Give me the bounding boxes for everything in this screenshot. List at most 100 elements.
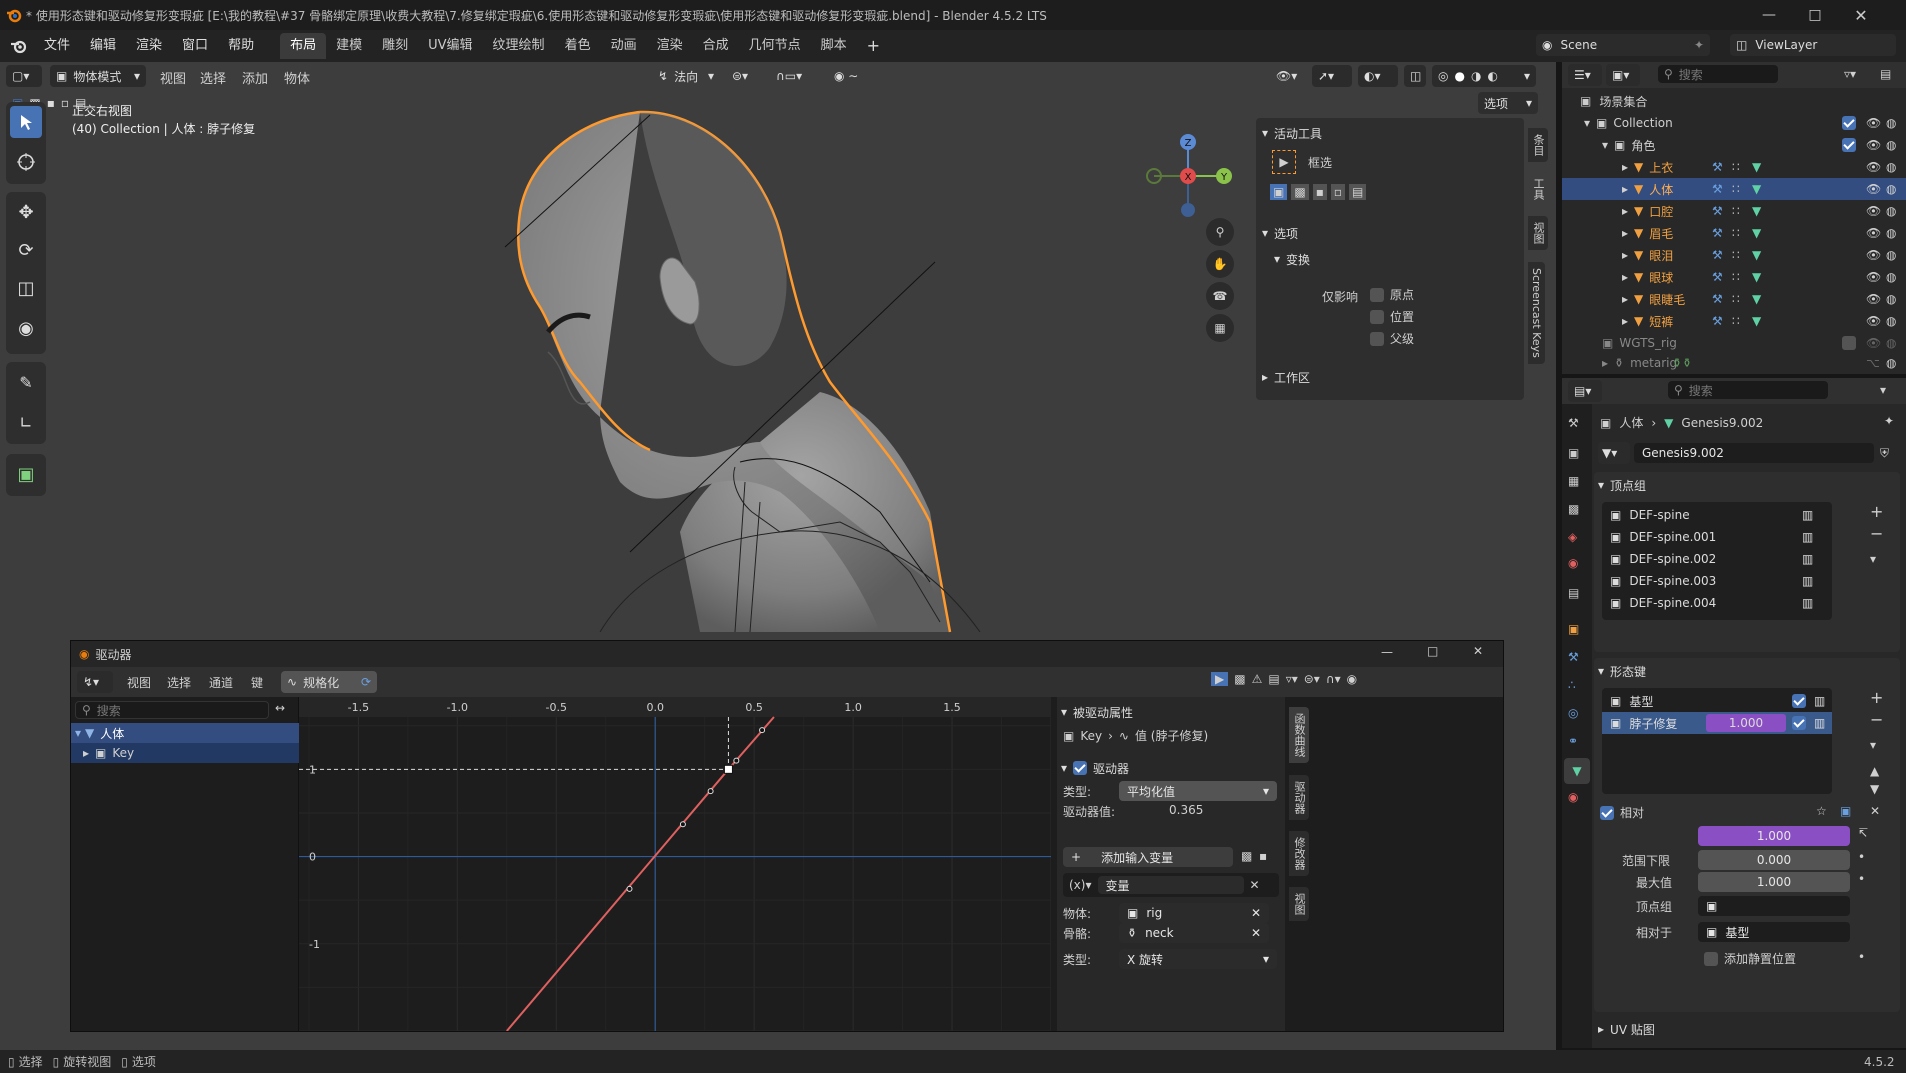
transform-type-dropdown[interactable]: X 旋转 ▾ — [1119, 949, 1277, 969]
normalize-toggle[interactable]: ∿ 规格化 ⟳ — [281, 671, 377, 693]
move-up-icon[interactable]: ▲ — [1870, 764, 1879, 778]
tab-uv-editing[interactable]: UV编辑 — [418, 33, 482, 59]
camera-icon[interactable]: ◍ — [1886, 336, 1896, 350]
measure-tool[interactable]: ∟ — [10, 406, 42, 438]
sync-arrows-icon[interactable]: ↔ — [275, 701, 285, 715]
clear-bone-icon[interactable]: ✕ — [1251, 926, 1261, 940]
scene-tab-icon[interactable]: ◈ — [1568, 530, 1577, 544]
expand-icon[interactable]: ▸ — [1622, 226, 1628, 240]
keyframe-dot-icon[interactable]: • — [1858, 872, 1865, 886]
options-header[interactable]: ▾ 选项 — [1262, 222, 1298, 244]
collection-tab-icon[interactable]: ▤ — [1568, 586, 1579, 600]
mesh-data-tab-icon[interactable]: ▼ — [1564, 758, 1590, 784]
snap-drv-icon[interactable]: ∩▾ — [1326, 672, 1341, 686]
expand-icon[interactable]: ▸ — [1622, 204, 1628, 218]
move-down-icon[interactable]: ▼ — [1870, 782, 1879, 796]
tab-view[interactable]: 视图 — [1528, 216, 1548, 250]
pan-hand-icon[interactable]: ✋ — [1206, 250, 1234, 278]
drivers-menu-channel[interactable]: 通道 — [209, 674, 233, 691]
parents-checkbox[interactable]: 父级 — [1370, 330, 1414, 347]
move-tool[interactable]: ✥ — [10, 196, 42, 228]
view-layer-tab-icon[interactable]: ▩ — [1568, 502, 1579, 516]
uv-maps-header[interactable]: ▸ UV 贴图 — [1598, 1018, 1655, 1040]
new-collection-icon[interactable]: ▤ — [1880, 67, 1891, 81]
clear-object-icon[interactable]: ✕ — [1251, 906, 1261, 920]
solid-shading-icon[interactable]: ● — [1454, 69, 1464, 83]
mode-subtract-icon[interactable]: ▪ — [1312, 184, 1327, 200]
camera-icon[interactable]: ◍ — [1886, 248, 1896, 262]
outliner-row-object[interactable]: ▸ ▼ 眉毛 ⚒ ∷ ▼ 👁 ◍ — [1562, 222, 1906, 244]
pivot-drv-icon[interactable]: ⊜▾ — [1304, 672, 1320, 686]
world-tab-icon[interactable]: ◉ — [1568, 556, 1578, 570]
vertex-group-row[interactable]: ▣ DEF-spine.003 ▥ — [1602, 570, 1832, 592]
camera-view-icon[interactable]: ☎ — [1206, 282, 1234, 310]
viewlayer-selector[interactable]: ◫ ViewLayer — [1730, 34, 1896, 56]
active-tool-header[interactable]: ▾ 活动工具 — [1262, 122, 1322, 144]
tab-geometry-nodes[interactable]: 几何节点 — [739, 33, 811, 59]
locations-checkbox[interactable]: 位置 — [1370, 308, 1414, 325]
camera-icon[interactable]: ◍ — [1886, 226, 1896, 240]
camera-icon[interactable]: ◍ — [1886, 204, 1896, 218]
tab-tool[interactable]: 工具 — [1528, 172, 1548, 206]
driver-graph[interactable]: -1.5 -1.0 -0.5 0.0 0.5 1.0 1.510-1 — [299, 697, 1051, 1031]
eye-icon[interactable]: 👁 — [1866, 182, 1881, 196]
bone-field[interactable]: ⚱ neck ✕ — [1119, 923, 1269, 943]
cursor-tool[interactable] — [10, 146, 42, 178]
mesh-name-field[interactable]: Genesis9.002 — [1634, 443, 1874, 463]
menu-render[interactable]: 渲染 — [126, 34, 172, 58]
keyframe-dot-icon[interactable]: • — [1858, 950, 1865, 964]
collapse-icon[interactable]: ▾ — [1602, 138, 1608, 152]
eye-icon[interactable]: 👁 — [1866, 138, 1881, 152]
display-mode-icon[interactable]: ▣▾ — [1606, 64, 1640, 86]
add-input-variable-button[interactable]: + 添加输入变量 — [1063, 847, 1233, 867]
eye-icon[interactable]: 👁 — [1866, 336, 1881, 350]
channel-search[interactable]: ⚲ 搜索 — [75, 701, 269, 719]
outliner-row-object[interactable]: ▸ ▼ 口腔 ⚒ ∷ ▼ 👁 ◍ — [1562, 200, 1906, 222]
select-subtract-icon[interactable]: ▪ — [47, 96, 55, 110]
mode-invert-icon[interactable]: ▫ — [1330, 184, 1345, 200]
shape-key-value[interactable]: 1.000 — [1706, 714, 1786, 732]
menu-edit[interactable]: 编辑 — [80, 34, 126, 58]
outliner-row-metarig[interactable]: ▸ ⚱ metarig ⚱⚱ ⌥ ◍ — [1562, 352, 1906, 374]
tab-rendering[interactable]: 渲染 — [647, 33, 693, 59]
tab-modifiers[interactable]: 修改器 — [1289, 831, 1309, 876]
warning-icon[interactable]: ⚠ — [1252, 672, 1263, 686]
box-select-tool-icon[interactable]: ▩ — [1234, 672, 1245, 686]
output-tab-icon[interactable]: ▦ — [1568, 474, 1579, 488]
remove-shape-key-icon[interactable]: − — [1870, 710, 1883, 729]
range-min-field[interactable]: 0.000 — [1698, 850, 1850, 870]
tab-animation[interactable]: 动画 — [601, 33, 647, 59]
ortho-grid-icon[interactable]: ▦ — [1206, 314, 1234, 342]
rendered-shading-icon[interactable]: ◐ — [1487, 69, 1497, 83]
tab-compositing[interactable]: 合成 — [693, 33, 739, 59]
wireframe-shading-icon[interactable]: ◎ — [1438, 69, 1448, 83]
shape-keys-header[interactable]: ▾ 形态键 — [1598, 660, 1646, 682]
eye-icon[interactable]: 👁 — [1866, 204, 1881, 218]
shape-key-row-basis[interactable]: ▣ 基型 ▥ — [1602, 690, 1832, 712]
variable-type-icon[interactable]: (x)▾ — [1069, 878, 1092, 892]
value-slider[interactable]: 1.000 — [1698, 826, 1850, 846]
camera-icon[interactable]: ◍ — [1886, 116, 1896, 130]
wgts-exclude-checkbox[interactable] — [1842, 336, 1856, 350]
outliner-search[interactable]: ⚲ 搜索 — [1658, 65, 1778, 83]
outliner-row-object[interactable]: ▸ ▼ 短裤 ⚒ ∷ ▼ 👁 ◍ — [1562, 310, 1906, 332]
tab-layout[interactable]: 布局 — [280, 33, 327, 59]
menu-file[interactable]: 文件 — [34, 34, 80, 58]
pin-icon[interactable]: ✦ — [1694, 38, 1704, 52]
shape-key-row-neck-fix[interactable]: ▣ 脖子修复 1.000 ▥ — [1602, 712, 1832, 734]
properties-type-icon[interactable]: ▤▾ — [1568, 380, 1602, 402]
eye-icon[interactable]: 👁 — [1866, 314, 1881, 328]
collapse-icon[interactable]: ▾ — [1584, 116, 1590, 130]
vertex-group-menu-icon[interactable]: ▾ — [1870, 552, 1876, 566]
proportional-drv-icon[interactable]: ◉ — [1347, 672, 1357, 686]
expand-icon[interactable]: ▸ — [1622, 314, 1628, 328]
options-dropdown[interactable]: 选项 ▾ — [1478, 92, 1538, 114]
tab-scripting[interactable]: 脚本 — [811, 33, 857, 59]
pivot-icon[interactable]: ⊜▾ — [726, 65, 766, 87]
shading-modes[interactable]: ◎ ● ◑ ◐ ▾ — [1432, 65, 1536, 87]
remove-variable-icon[interactable]: ✕ — [1250, 878, 1260, 892]
menu-help[interactable]: 帮助 — [218, 34, 264, 58]
tool-tab-icon[interactable]: ⚒ — [1568, 416, 1579, 430]
outliner-filter-icon[interactable]: ▿▾ — [1844, 67, 1856, 81]
expand-icon[interactable]: ▸ — [1602, 356, 1608, 370]
